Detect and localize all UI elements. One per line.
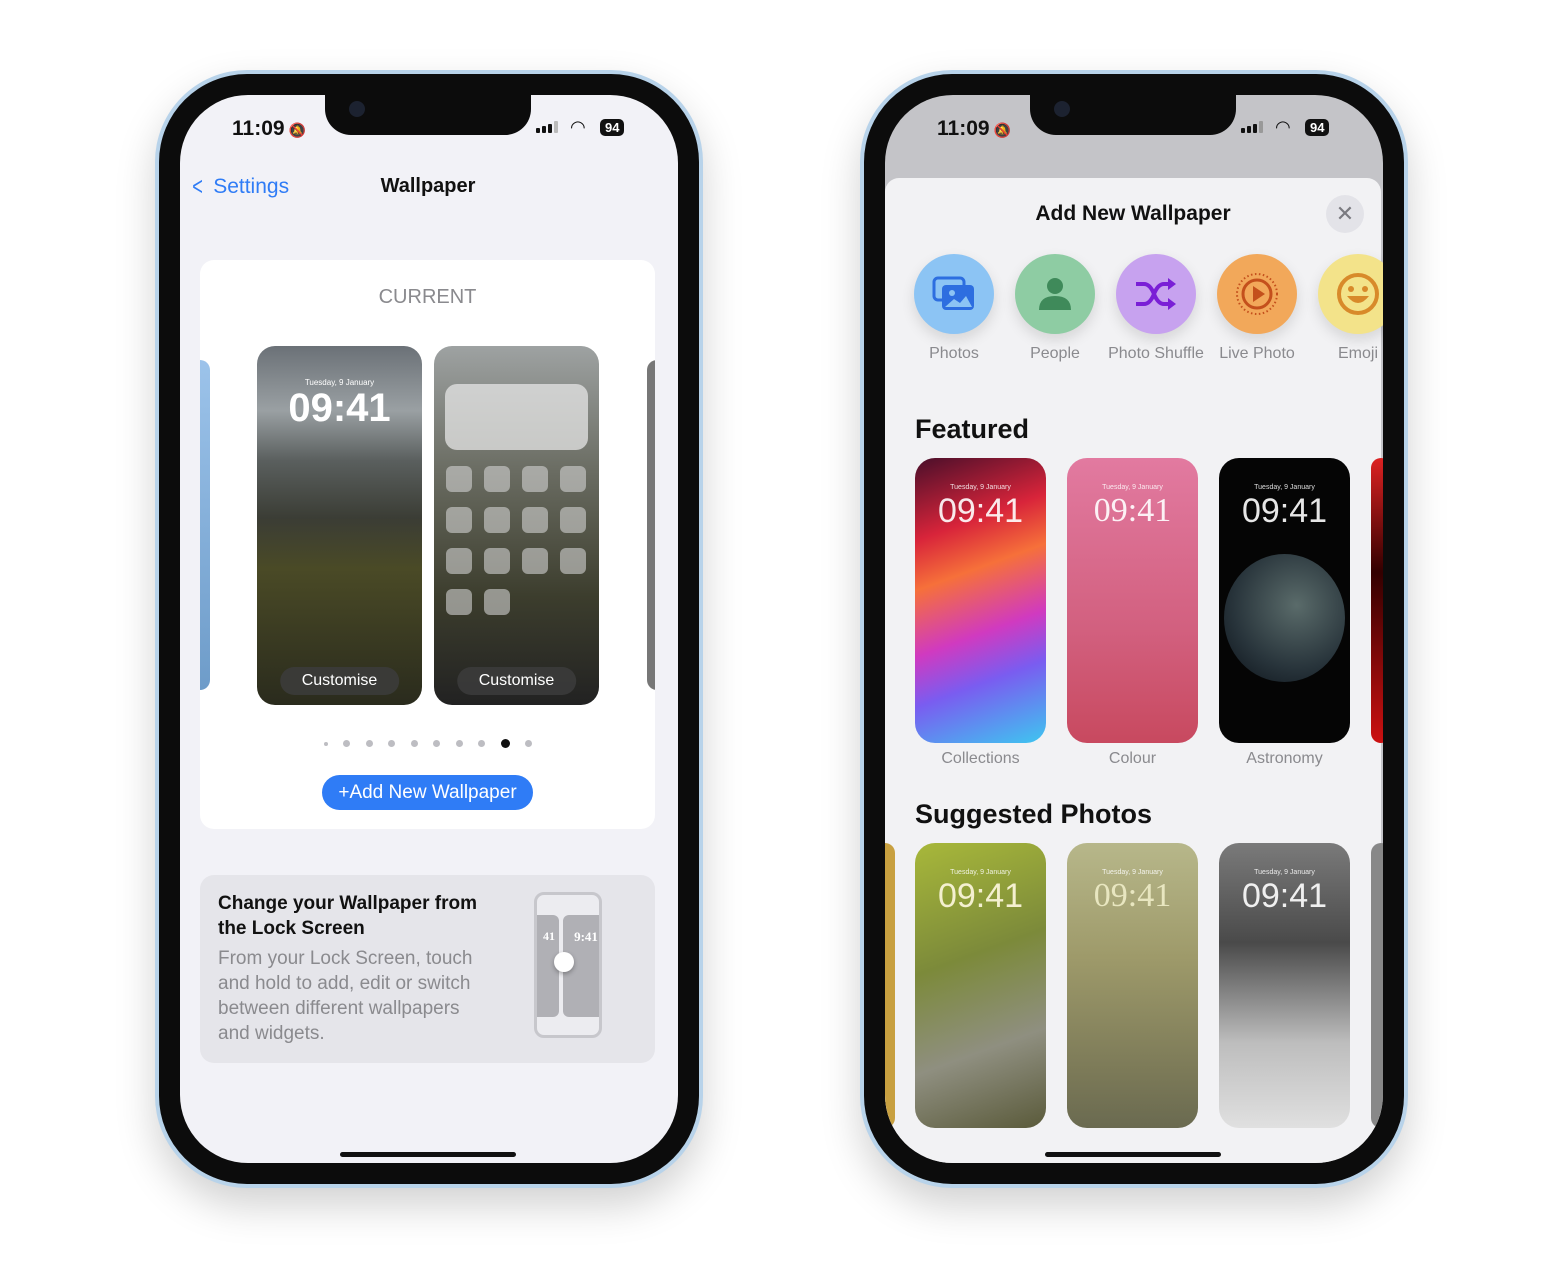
category-label: Photo Shuffle	[1108, 345, 1204, 362]
lock-screen-preview[interactable]: Tuesday, 9 January 09:41 Customise	[257, 346, 422, 705]
bell-slash-icon: 🔕	[288, 122, 306, 138]
status-time: 11:09 🔕	[937, 117, 1011, 141]
current-label: CURRENT	[378, 286, 477, 308]
home-indicator[interactable]	[1045, 1152, 1221, 1157]
page-dot[interactable]	[524, 740, 532, 747]
tile-time: 09:41	[1241, 492, 1328, 530]
widget-placeholder	[445, 384, 588, 450]
battery-indicator: 94	[1305, 119, 1330, 136]
shuffle-icon	[1116, 254, 1196, 334]
add-wallpaper-screen: 11:09 🔕 ◠ 94 Add New Wallpaper ✕ Photos P…	[885, 95, 1383, 1163]
lock-screen-illustration: 41 9:41	[534, 892, 602, 1038]
tile-time: 09:41	[1093, 877, 1172, 914]
signal-icon	[536, 121, 558, 133]
page-dot[interactable]	[500, 739, 510, 748]
tile-date: Tuesday, 9 January	[1254, 484, 1315, 491]
category-row: Photos People Photo Shuffle Live Photo E…	[914, 254, 1383, 394]
bell-slash-icon: 🔕	[993, 122, 1011, 138]
tile-date: Tuesday, 9 January	[950, 869, 1011, 876]
current-wallpaper-card: CURRENT Tuesday, 9 January 09:41 Customi…	[200, 260, 655, 829]
wallpaper-settings-screen: 11:09 🔕 ◠ 94 < Settings Wallpaper CURRENT…	[180, 95, 678, 1163]
signal-icon	[1241, 121, 1263, 133]
time-text: 11:09	[937, 117, 990, 140]
next-wallpaper-peek[interactable]	[647, 360, 655, 690]
suggested-photo-snow[interactable]: Tuesday, 9 January 09:41	[1219, 843, 1350, 1128]
page-title: Wallpaper	[380, 175, 476, 197]
battery-indicator: 94	[600, 119, 625, 136]
featured-label: Colour	[1108, 750, 1157, 767]
featured-label: Collections	[941, 750, 1020, 767]
featured-label: Astronomy	[1246, 750, 1323, 767]
live-photo-icon	[1217, 254, 1297, 334]
wifi-icon: ◠	[570, 117, 586, 137]
page-dot[interactable]	[433, 740, 441, 747]
wifi-icon: ◠	[1275, 117, 1291, 137]
notch	[325, 95, 531, 135]
featured-next-tile-peek[interactable]	[1371, 458, 1383, 743]
category-label: Live Photo	[1219, 345, 1295, 362]
featured-collections-tile[interactable]: Tuesday, 9 January 09:41	[915, 458, 1046, 743]
page-dot[interactable]	[388, 740, 396, 747]
home-indicator[interactable]	[340, 1152, 516, 1157]
tile-date: Tuesday, 9 January	[950, 484, 1011, 491]
preview-time: 09:41	[288, 386, 391, 430]
category-label: Emoji	[1337, 345, 1378, 362]
suggested-next-peek[interactable]	[1371, 843, 1383, 1128]
earth-image	[1224, 554, 1345, 682]
featured-heading: Featured	[915, 414, 1030, 444]
page-dot[interactable]	[410, 740, 418, 747]
app-icon-grid	[446, 466, 586, 615]
photos-icon	[914, 254, 994, 334]
page-dot[interactable]	[324, 741, 328, 746]
add-new-wallpaper-button[interactable]: +Add New Wallpaper	[322, 775, 533, 810]
suggested-heading: Suggested Photos	[915, 799, 1153, 829]
tip-title: Change your Wallpaper from the Lock Scre…	[218, 893, 477, 939]
featured-colour-tile[interactable]: Tuesday, 9 January 09:41	[1067, 458, 1198, 743]
tile-date: Tuesday, 9 January	[1102, 869, 1163, 876]
tile-time: 09:41	[937, 492, 1024, 530]
suggested-photo-cat[interactable]: Tuesday, 9 January 09:41	[915, 843, 1046, 1128]
tile-time: 09:41	[1241, 877, 1328, 915]
tile-time: 09:41	[937, 877, 1024, 915]
page-indicator[interactable]	[324, 739, 532, 748]
category-label: Photos	[929, 345, 979, 362]
page-dot[interactable]	[343, 740, 351, 747]
tip-body: From your Lock Screen, touch and hold to…	[218, 948, 473, 1044]
page-dot[interactable]	[455, 740, 463, 747]
status-time: 11:09 🔕	[232, 117, 306, 141]
emoji-icon	[1318, 254, 1383, 334]
time-text: 11:09	[232, 117, 285, 140]
suggested-prev-peek[interactable]	[885, 843, 895, 1128]
camera	[349, 101, 365, 117]
featured-astronomy-tile[interactable]: Tuesday, 9 January 09:41	[1219, 458, 1350, 743]
lock-screen-tip-card: Change your Wallpaper from the Lock Scre…	[200, 875, 655, 1063]
camera	[1054, 101, 1070, 117]
tile-date: Tuesday, 9 January	[1254, 869, 1315, 876]
category-label: People	[1030, 345, 1080, 362]
xmark-icon[interactable]: ✕	[1326, 195, 1364, 233]
left-phone-frame: 11:09 🔕 ◠ 94 < Settings Wallpaper CURRENT…	[155, 70, 703, 1188]
previous-wallpaper-peek[interactable]	[200, 360, 210, 690]
sheet-title: Add New Wallpaper	[1035, 202, 1231, 225]
person-icon	[1015, 254, 1095, 334]
page-dot[interactable]	[478, 740, 486, 747]
right-phone-frame: 11:09 🔕 ◠ 94 Add New Wallpaper ✕ Photos P…	[860, 70, 1408, 1188]
customise-home-button[interactable]: Customise	[456, 667, 577, 695]
suggested-photo-street[interactable]: Tuesday, 9 January 09:41	[1067, 843, 1198, 1128]
notch	[1030, 95, 1236, 135]
featured-row: Tuesday, 9 January 09:41 Collections Tue…	[915, 458, 1383, 778]
tile-time: 09:41	[1093, 492, 1172, 529]
tile-date: Tuesday, 9 January	[1102, 484, 1163, 491]
suggested-row: Tuesday, 9 January 09:41 Tuesday, 9 Janu…	[885, 843, 1383, 1143]
customise-lock-button[interactable]: Customise	[279, 667, 400, 695]
page-dot[interactable]	[365, 740, 373, 747]
touch-indicator	[554, 952, 574, 972]
add-wallpaper-sheet: Add New Wallpaper ✕ Photos People Photo …	[885, 178, 1383, 1163]
home-screen-preview[interactable]: Customise	[434, 346, 599, 705]
